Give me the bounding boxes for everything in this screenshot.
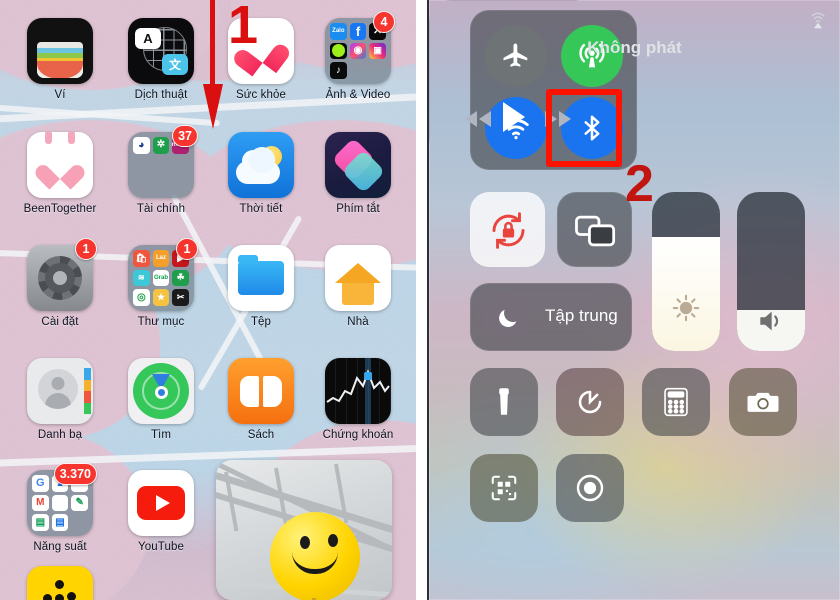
app-label: YouTube [138, 541, 184, 553]
rotation-lock-button[interactable] [470, 192, 545, 267]
app-beentogether[interactable]: BeenTogether [8, 132, 112, 215]
app-chung-khoan[interactable]: Chứng khoán [306, 358, 410, 441]
app-label: Thời tiết [239, 203, 283, 215]
photo-widget[interactable] [216, 460, 392, 600]
folder-nang-suat[interactable]: 3.370 G ▲ ✓ M ❋ ✎ ▤ ▤ [8, 463, 112, 553]
rewind-icon[interactable] [462, 108, 494, 130]
app-dich-thuat[interactable]: A文 Dịch thuật [109, 18, 213, 101]
moon-icon [498, 309, 516, 327]
badge-count: 1 [176, 238, 198, 260]
airplay-icon[interactable] [807, 9, 829, 31]
screen-record-button[interactable] [556, 454, 624, 522]
app-danh-ba[interactable]: Danh bạ [8, 358, 112, 441]
screen-record-icon [576, 474, 604, 502]
stocks-icon [325, 358, 391, 424]
step-1-arrow-icon [203, 0, 223, 129]
find-my-icon [128, 358, 194, 424]
app-label: Sách [247, 429, 275, 441]
screen-mirroring-button[interactable] [557, 192, 632, 267]
weather-icon [228, 132, 294, 198]
app-label: Thư mục [137, 316, 185, 328]
app-sach[interactable]: Sách [209, 358, 313, 441]
app-cai-dat[interactable]: 1 Cài đặt [8, 238, 112, 328]
app-nha[interactable]: Nhà [306, 245, 410, 328]
app-label: Tìm [150, 429, 172, 441]
app-phim-tat[interactable]: Phím tắt [306, 132, 410, 215]
folder-thu-muc[interactable]: 1 🛍 Laz ▶ ≋ Grab ☘ ◎ ★ ✂ [109, 238, 213, 328]
focus-label: Tập trung [545, 306, 618, 325]
app-label: BeenTogether [23, 203, 97, 215]
app-vi[interactable]: Ví [8, 18, 112, 101]
calendar-heart-icon [27, 132, 93, 198]
qr-scan-icon [491, 475, 517, 501]
volume-icon [737, 305, 805, 337]
app-label: Ảnh & Video [325, 89, 391, 101]
app-thoi-tiet[interactable]: Thời tiết [209, 132, 313, 215]
iphone-home-screen: Ví A文 Dịch thuật Sức khỏe 4 Zalo f ◉ ▣ ♪… [0, 0, 416, 600]
qr-scan-button[interactable] [470, 454, 538, 522]
folder-anh-video[interactable]: 4 Zalo f ✕ ◉ ▣ ♪ [306, 11, 410, 101]
app-label: Cài đặt [41, 316, 79, 328]
translate-icon: A文 [128, 18, 194, 84]
badge-count: 4 [373, 11, 395, 33]
app-label: Sức khỏe [235, 89, 287, 101]
timer-button[interactable] [556, 368, 624, 436]
screen-mirroring-icon [575, 215, 616, 247]
youtube-icon [128, 470, 194, 536]
files-icon [228, 245, 294, 311]
calculator-button[interactable] [642, 368, 710, 436]
wallet-icon [27, 18, 93, 84]
folder-tai-chinh[interactable]: 37 ◕ ✲ momo [109, 125, 213, 215]
calculator-icon [664, 387, 688, 417]
camera-button[interactable] [729, 368, 797, 436]
step-2-highlight-box [546, 89, 622, 167]
books-icon [228, 358, 294, 424]
step-2-number: 2 [625, 155, 654, 213]
app-yellow[interactable] [8, 566, 112, 600]
step-1-number: 1 [228, 0, 259, 55]
app-label: Ví [54, 89, 66, 101]
volume-slider[interactable] [737, 192, 805, 351]
app-label: Dịch thuật [134, 89, 188, 101]
flashlight-button[interactable] [470, 368, 538, 436]
media-title: Không phát [587, 38, 682, 57]
app-label: Năng suất [33, 541, 87, 553]
focus-button[interactable]: Tập trung [470, 283, 632, 351]
yellow-app-icon [27, 566, 93, 600]
screenshot-root: Ví A文 Dịch thuật Sức khỏe 4 Zalo f ◉ ▣ ♪… [0, 0, 840, 600]
app-label: Tệp [250, 316, 272, 328]
app-label: Tài chính [136, 203, 186, 215]
badge-count: 3.370 [53, 463, 97, 485]
badge-count: 37 [172, 125, 198, 147]
camera-icon [747, 392, 779, 412]
app-tep[interactable]: Tệp [209, 245, 313, 328]
panel-divider [416, 0, 429, 600]
contacts-icon [27, 358, 93, 424]
focus-icon-circle [483, 294, 531, 342]
brightness-icon [652, 291, 720, 325]
app-label: Danh bạ [37, 429, 83, 441]
rotation-lock-icon [492, 212, 525, 249]
app-label: Nhà [347, 316, 369, 328]
play-icon[interactable] [498, 100, 528, 134]
control-center: Không phát Tập trung [429, 0, 840, 600]
app-label: Phím tắt [336, 203, 380, 215]
app-suc-khoe[interactable]: Sức khỏe [209, 18, 313, 101]
timer-icon [578, 390, 602, 414]
app-youtube[interactable]: YouTube [109, 470, 213, 553]
app-tim[interactable]: Tìm [109, 358, 213, 441]
badge-count: 1 [75, 238, 97, 260]
shortcuts-icon [325, 132, 391, 198]
app-label: Chứng khoán [322, 429, 394, 441]
flashlight-icon [499, 388, 509, 415]
home-house-icon [325, 245, 391, 311]
brightness-slider[interactable] [652, 192, 720, 351]
